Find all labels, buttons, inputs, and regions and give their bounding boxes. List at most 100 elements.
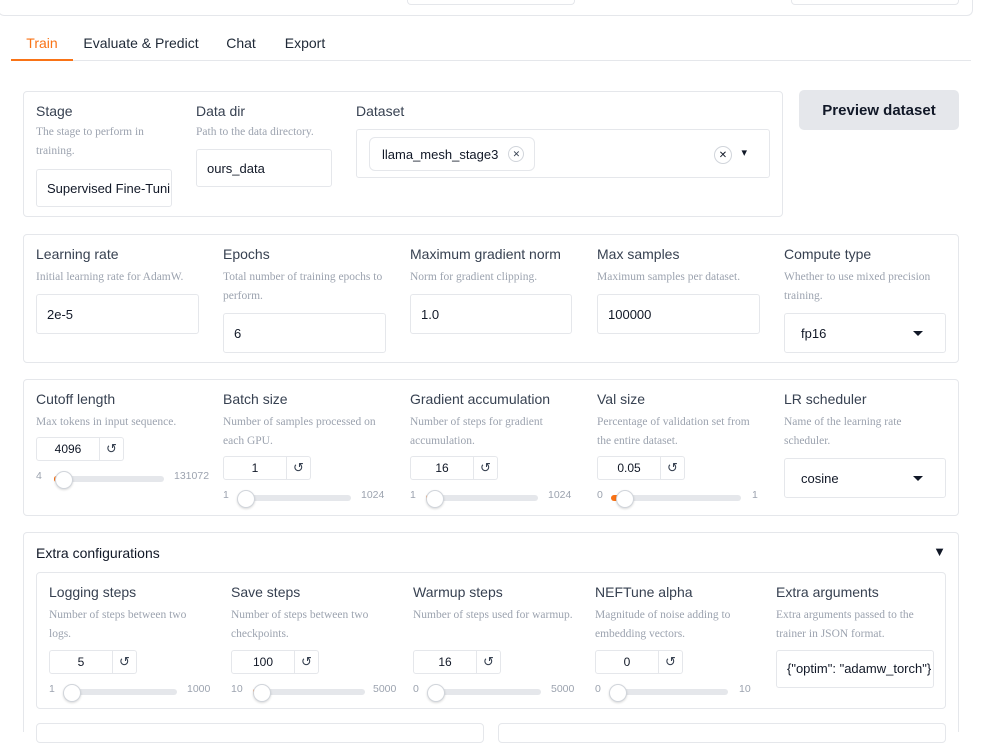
slider-thumb[interactable] [427,684,445,702]
logging-steps-info: Number of steps between two logs. [49,609,187,640]
top-input-stub [791,0,959,5]
stage-dropdown[interactable]: Supervised Fine-Tuning [36,169,172,207]
extra-args-textarea[interactable]: {"optim": "adamw_torch"} [776,650,934,688]
save-steps-input[interactable]: 100 [231,650,295,674]
collapse-toggle-icon[interactable]: ▼ [933,544,946,559]
compute-type-value: fp16 [801,325,827,341]
warmup-steps-info: Number of steps used for warmup. [413,609,573,621]
slider-min: 4 [36,470,42,482]
cutoff-length-number: 4096 ↺ [36,437,124,461]
reset-icon[interactable]: ↺ [100,437,124,461]
cutoff-length-info: Max tokens in input sequence. [36,416,177,428]
extra-config-title[interactable]: Extra configurations [36,545,160,561]
max-samples-label: Max samples [597,246,680,262]
slider-min: 1 [223,489,229,501]
batch-size-input[interactable]: 1 [223,456,287,480]
grad-accum-slider[interactable]: 1 1024 [410,487,574,508]
bottom-panel-left [36,723,484,743]
reset-icon[interactable]: ↺ [474,456,498,480]
learning-rate-input[interactable]: 2e-5 [36,294,199,334]
slider-thumb[interactable] [616,490,634,508]
reset-icon[interactable]: ↺ [295,650,319,674]
data-dir-input[interactable]: ours_data [196,149,332,187]
max-grad-norm-info: Norm for gradient clipping. [410,271,538,283]
chevron-down-icon[interactable]: ▾ [741,146,747,159]
logging-steps-label: Logging steps [49,584,137,600]
reset-icon[interactable]: ↺ [659,650,683,674]
tab-evaluate-predict[interactable]: Evaluate & Predict [81,30,201,59]
warmup-steps-label: Warmup steps [413,584,503,600]
val-size-input[interactable]: 0.05 [597,456,661,480]
slider-max: 1 [752,489,758,501]
learning-rate-info: Initial learning rate for AdamW. [36,271,184,283]
bottom-panel-right [498,723,946,743]
slider-thumb[interactable] [253,684,271,702]
extra-config-inner-card: Logging steps Number of steps between tw… [36,572,946,709]
stage-value: Supervised Fine-Tuning [47,180,172,196]
batch-size-info: Number of samples processed on each GPU. [223,416,376,447]
clear-icon[interactable]: ✕ [714,146,732,164]
tab-train[interactable]: Train [11,30,73,61]
chevron-down-icon [913,331,923,336]
max-samples-info: Maximum samples per dataset. [597,271,741,283]
slider-max: 131072 [174,470,210,482]
epochs-input[interactable]: 6 [223,313,386,353]
reset-icon[interactable]: ↺ [113,650,137,674]
batch-size-label: Batch size [223,391,288,407]
compute-type-dropdown[interactable]: fp16 [784,313,946,353]
dataset-multiselect[interactable]: llama_mesh_stage3 ✕ ✕ ▾ [356,129,770,178]
remove-chip-icon[interactable]: ✕ [508,146,525,162]
preview-dataset-button[interactable]: Preview dataset [799,90,959,130]
lr-scheduler-dropdown[interactable]: cosine [784,458,946,498]
slider-thumb[interactable] [237,490,255,508]
slider-thumb[interactable] [63,684,81,702]
dataset-card: Stage The stage to perform in training. … [23,91,783,217]
max-samples-input[interactable]: 100000 [597,294,760,334]
lr-scheduler-info: Name of the learning rate scheduler. [784,416,902,447]
val-size-slider[interactable]: 0 1 [597,487,761,508]
tab-chat[interactable]: Chat [219,30,263,59]
tab-export[interactable]: Export [279,30,331,59]
slider-min: 10 [231,683,243,695]
slider-max: 1024 [361,489,385,501]
slider-min: 0 [413,683,419,695]
max-grad-norm-input[interactable]: 1.0 [410,294,572,334]
neftune-alpha-input[interactable]: 0 [595,650,659,674]
warmup-steps-slider[interactable]: 0 5000 [413,681,583,702]
slider-min: 0 [595,683,601,695]
lr-scheduler-value: cosine [801,470,839,486]
training-params-card: Cutoff length Max tokens in input sequen… [23,379,959,516]
extra-args-info: Extra arguments passed to the trainer in… [776,609,914,640]
slider-max: 5000 [551,683,575,695]
chevron-down-icon [913,476,923,481]
slider-max: 1000 [187,683,211,695]
save-steps-label: Save steps [231,584,301,600]
batch-size-slider[interactable]: 1 1024 [223,487,387,508]
logging-steps-input[interactable]: 5 [49,650,113,674]
neftune-alpha-slider[interactable]: 0 10 [595,681,755,702]
extra-config-accordion: Extra configurations ▼ Logging steps Num… [23,532,959,743]
dataset-label: Dataset [356,103,405,119]
data-dir-info: Path to the data directory. [196,126,314,138]
hyperparams-card: Learning rate Initial learning rate for … [23,234,959,363]
slider-thumb[interactable] [609,684,627,702]
reset-icon[interactable]: ↺ [477,650,501,674]
epochs-info: Total number of training epochs to perfo… [223,271,383,302]
neftune-alpha-label: NEFTune alpha [595,584,693,600]
warmup-steps-number: 16 ↺ [413,650,501,674]
logging-steps-slider[interactable]: 1 1000 [49,681,213,702]
slider-thumb[interactable] [55,471,73,489]
save-steps-info: Number of steps between two checkpoints. [231,609,369,640]
neftune-alpha-info: Magnitude of noise adding to embedding v… [595,609,731,640]
warmup-steps-input[interactable]: 16 [413,650,477,674]
extra-args-label: Extra arguments [776,584,879,600]
cutoff-length-input[interactable]: 4096 [36,437,100,461]
slider-thumb[interactable] [426,490,444,508]
reset-icon[interactable]: ↺ [287,456,311,480]
slider-max: 1024 [548,489,572,501]
reset-icon[interactable]: ↺ [661,456,685,480]
cutoff-length-slider[interactable]: 4 131072 [36,468,212,489]
save-steps-slider[interactable]: 10 5000 [231,681,401,702]
val-size-number: 0.05 ↺ [597,456,685,480]
grad-accum-input[interactable]: 16 [410,456,474,480]
